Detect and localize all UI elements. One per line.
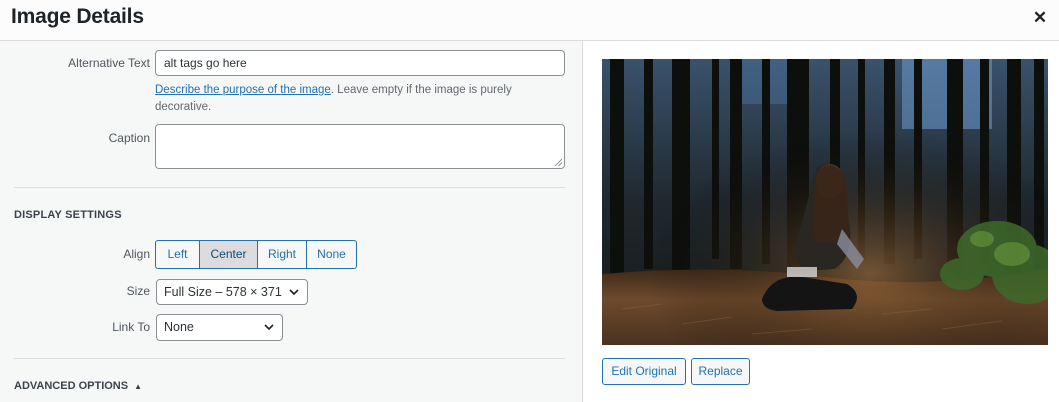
settings-panel: Alternative Text Describe the purpose of…	[0, 41, 583, 402]
link-to-select-value: None	[164, 320, 194, 334]
chevron-down-icon	[289, 289, 299, 296]
link-to-select[interactable]: None	[156, 314, 283, 341]
alt-text-input[interactable]	[155, 50, 565, 76]
describe-purpose-link[interactable]: Describe the purpose of the image	[155, 84, 331, 96]
alt-text-help: Describe the purpose of the image. Leave…	[155, 82, 555, 116]
chevron-down-icon	[264, 324, 274, 331]
caption-label: Caption	[108, 131, 150, 145]
align-button-group: Left Center Right None	[155, 240, 357, 269]
modal-title: Image Details	[11, 5, 144, 28]
align-center-button[interactable]: Center	[199, 240, 258, 269]
size-select[interactable]: Full Size – 578 × 371	[156, 279, 308, 305]
modal-header: Image Details ✕	[0, 0, 1059, 41]
advanced-options-label: Advanced Options	[14, 380, 129, 392]
close-icon[interactable]: ✕	[1030, 8, 1050, 28]
resize-grip-icon[interactable]	[554, 158, 562, 166]
align-label: Align	[123, 247, 150, 261]
display-settings-heading: Display Settings	[14, 209, 122, 221]
section-divider	[14, 187, 565, 188]
size-select-value: Full Size – 578 × 371	[164, 285, 282, 299]
size-label: Size	[126, 284, 150, 298]
preview-panel: Edit Original Replace	[583, 41, 1059, 402]
caption-textarea[interactable]	[155, 124, 565, 169]
image-preview	[602, 59, 1048, 345]
section-divider	[14, 358, 565, 359]
replace-button[interactable]: Replace	[691, 358, 750, 385]
edit-original-button[interactable]: Edit Original	[602, 358, 686, 385]
align-right-button[interactable]: Right	[257, 240, 307, 269]
align-left-button[interactable]: Left	[155, 240, 200, 269]
align-none-button[interactable]: None	[306, 240, 357, 269]
triangle-up-icon: ▲	[134, 381, 143, 391]
link-to-label: Link To	[112, 320, 150, 334]
advanced-options-toggle[interactable]: Advanced Options ▲	[14, 380, 142, 392]
alt-text-label: Alternative Text	[68, 56, 150, 70]
